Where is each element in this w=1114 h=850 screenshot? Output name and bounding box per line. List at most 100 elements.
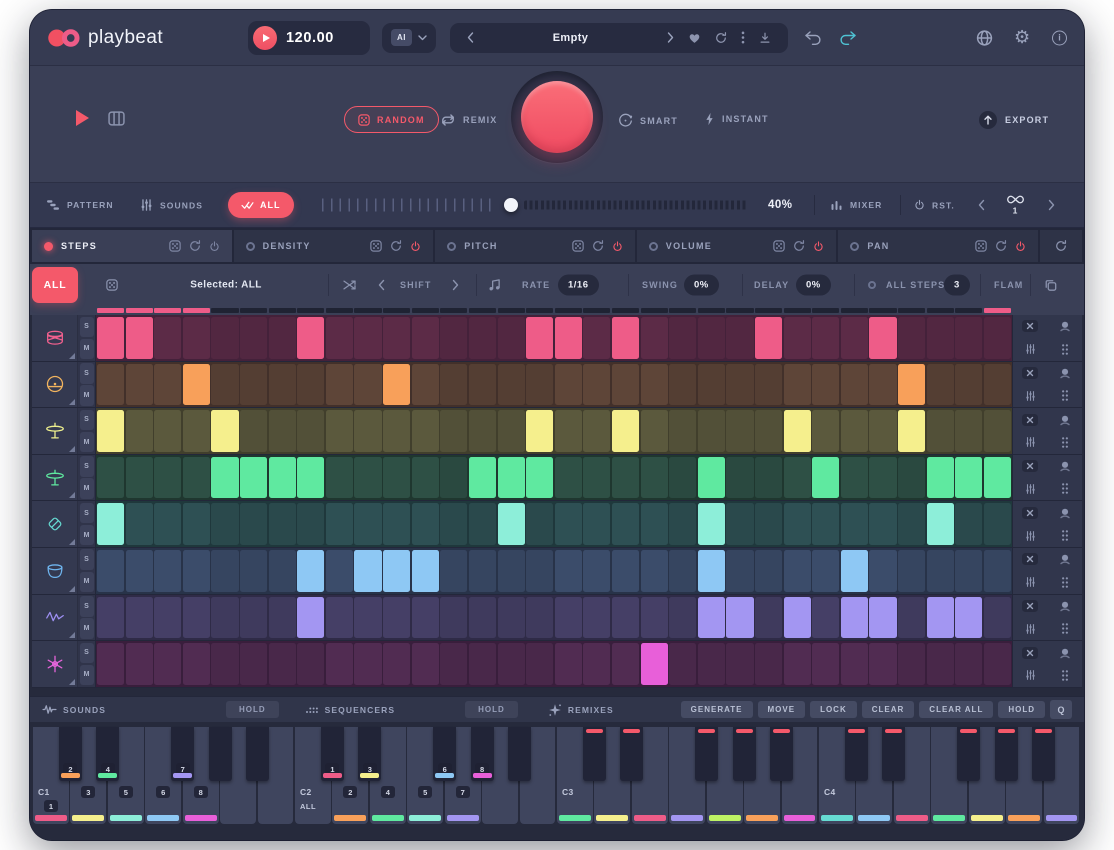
step-cell[interactable] — [154, 503, 181, 545]
dice-icon[interactable] — [169, 240, 181, 252]
step-cell[interactable] — [927, 597, 954, 639]
step-cell[interactable] — [927, 364, 954, 406]
step-cell[interactable] — [97, 597, 124, 639]
step-cell[interactable] — [498, 457, 525, 499]
pattern-view-toggle[interactable]: PATTERN — [46, 199, 114, 211]
step-cell[interactable] — [698, 317, 725, 359]
step-cell[interactable] — [126, 643, 153, 685]
step-cell[interactable] — [984, 317, 1011, 359]
step-cell[interactable] — [669, 457, 696, 499]
black-key[interactable]: 6 — [433, 727, 456, 781]
step-cell[interactable] — [583, 364, 610, 406]
range-segment[interactable] — [526, 308, 553, 313]
range-segment[interactable] — [440, 308, 467, 313]
step-cell[interactable] — [412, 597, 439, 639]
step-cell[interactable] — [126, 457, 153, 499]
mute-button[interactable]: M — [80, 665, 94, 686]
preset-next-button[interactable] — [660, 32, 681, 43]
step-cell[interactable] — [812, 550, 839, 592]
range-segment[interactable] — [984, 308, 1011, 313]
drag-handle-icon[interactable] — [1048, 524, 1083, 547]
shaker-icon[interactable] — [32, 501, 78, 547]
black-key[interactable]: 7 — [171, 727, 194, 781]
drag-handle-icon[interactable] — [1048, 617, 1083, 640]
step-cell[interactable] — [669, 503, 696, 545]
step-cell[interactable] — [583, 597, 610, 639]
step-cell[interactable] — [440, 364, 467, 406]
step-cell[interactable] — [669, 597, 696, 639]
step-cell[interactable] — [698, 597, 725, 639]
range-segment[interactable] — [326, 308, 353, 313]
step-cell[interactable] — [641, 597, 668, 639]
step-cell[interactable] — [297, 550, 324, 592]
clear-track-button[interactable] — [1013, 595, 1048, 618]
step-cell[interactable] — [183, 457, 210, 499]
step-cell[interactable] — [812, 643, 839, 685]
step-cell[interactable] — [240, 597, 267, 639]
step-cell[interactable] — [97, 410, 124, 452]
flam-label[interactable]: FLAM — [994, 280, 1023, 290]
step-cell[interactable] — [927, 410, 954, 452]
step-cell[interactable] — [784, 503, 811, 545]
step-cell[interactable] — [555, 550, 582, 592]
step-cell[interactable] — [526, 597, 553, 639]
step-cell[interactable] — [97, 503, 124, 545]
step-cell[interactable] — [812, 364, 839, 406]
step-cell[interactable] — [841, 317, 868, 359]
power-icon[interactable] — [209, 241, 220, 252]
step-cell[interactable] — [583, 643, 610, 685]
humanize-sliders-icon[interactable] — [1013, 478, 1048, 501]
step-cell[interactable] — [641, 317, 668, 359]
bounce-ball-icon[interactable] — [1048, 455, 1083, 478]
all-select-button[interactable]: ALL — [228, 192, 294, 218]
step-cell[interactable] — [126, 364, 153, 406]
black-key[interactable] — [995, 727, 1018, 781]
step-cell[interactable] — [354, 364, 381, 406]
browser-globe-icon[interactable] — [976, 29, 993, 46]
step-cell[interactable] — [183, 550, 210, 592]
shift-right-button[interactable] — [448, 276, 463, 295]
step-cell[interactable] — [698, 550, 725, 592]
step-cell[interactable] — [383, 597, 410, 639]
humanize-sliders-icon[interactable] — [1013, 664, 1048, 687]
step-cell[interactable] — [211, 457, 238, 499]
solo-button[interactable]: S — [80, 549, 94, 570]
delay-value[interactable]: 0% — [796, 275, 831, 296]
step-cell[interactable] — [927, 317, 954, 359]
step-cell[interactable] — [183, 317, 210, 359]
step-cell[interactable] — [869, 643, 896, 685]
step-cell[interactable] — [984, 410, 1011, 452]
shift-left-button[interactable] — [374, 276, 389, 295]
step-cell[interactable] — [469, 317, 496, 359]
step-cell[interactable] — [383, 317, 410, 359]
step-cell[interactable] — [469, 503, 496, 545]
step-cell[interactable] — [469, 364, 496, 406]
step-cell[interactable] — [641, 457, 668, 499]
step-cell[interactable] — [755, 364, 782, 406]
row-random-dice-icon[interactable] — [106, 279, 118, 291]
step-cell[interactable] — [555, 457, 582, 499]
step-cell[interactable] — [726, 317, 753, 359]
step-cell[interactable] — [812, 317, 839, 359]
step-cell[interactable] — [183, 643, 210, 685]
generate-button[interactable]: GENERATE — [681, 701, 753, 718]
step-cell[interactable] — [984, 597, 1011, 639]
black-key[interactable]: 8 — [471, 727, 494, 781]
clear-track-button[interactable] — [1013, 501, 1048, 524]
step-cell[interactable] — [498, 643, 525, 685]
step-cell[interactable] — [269, 410, 296, 452]
step-cell[interactable] — [269, 317, 296, 359]
step-cell[interactable] — [955, 597, 982, 639]
step-cell[interactable] — [412, 317, 439, 359]
step-cell[interactable] — [326, 317, 353, 359]
step-cell[interactable] — [927, 550, 954, 592]
lock-button[interactable]: LOCK — [810, 701, 857, 718]
range-segment[interactable] — [183, 308, 210, 313]
wave-icon[interactable] — [32, 595, 78, 641]
step-cell[interactable] — [841, 550, 868, 592]
step-cell[interactable] — [898, 410, 925, 452]
step-cell[interactable] — [469, 597, 496, 639]
black-key[interactable] — [620, 727, 643, 781]
step-cell[interactable] — [440, 410, 467, 452]
hold-button[interactable]: HOLD — [998, 701, 1045, 718]
